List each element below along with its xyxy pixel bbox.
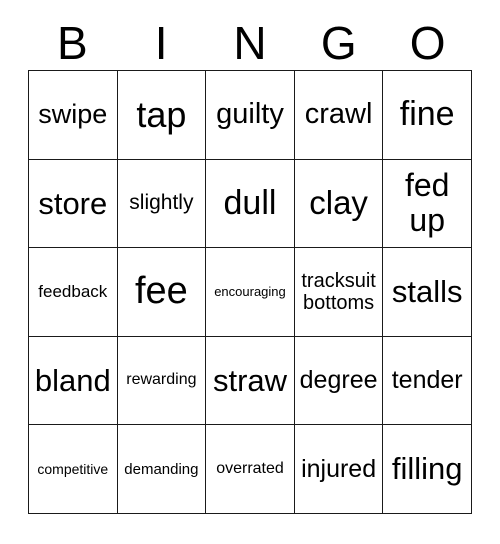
bingo-cell-label: injured — [301, 454, 377, 483]
bingo-cell-label: bland — [34, 362, 111, 398]
bingo-header-letter-o: O — [409, 17, 446, 69]
bingo-cell-label: stalls — [391, 274, 463, 310]
bingo-cell[interactable]: tracksuit bottoms — [294, 248, 384, 337]
bingo-cell-label: demanding — [124, 460, 199, 478]
bingo-cell[interactable]: fine — [383, 71, 472, 160]
bingo-header-letter-g: G — [320, 17, 357, 69]
bingo-cell[interactable]: competitive — [29, 425, 118, 514]
bingo-cell-label: tap — [136, 94, 187, 136]
bingo-cell-label: guilty — [216, 98, 284, 131]
bingo-cell[interactable]: guilty — [206, 71, 295, 160]
bingo-cell-label: filling — [391, 451, 463, 487]
bingo-cell-label: fine — [399, 95, 455, 134]
bingo-cell[interactable]: clay — [294, 159, 384, 249]
bingo-cell[interactable]: fed up — [383, 159, 472, 249]
bingo-cell[interactable]: straw — [206, 336, 295, 426]
bingo-cell-label: swipe — [38, 99, 108, 130]
bingo-cell[interactable]: injured — [294, 425, 384, 514]
bingo-cell-label: rewarding — [126, 371, 197, 389]
bingo-cell[interactable]: rewarding — [117, 336, 207, 426]
bingo-cell[interactable]: fee — [117, 248, 207, 337]
bingo-cell[interactable]: filling — [383, 425, 472, 514]
bingo-cell[interactable]: overrated — [206, 425, 295, 514]
bingo-cell-label: fed up — [404, 167, 450, 239]
bingo-cell[interactable]: tap — [117, 71, 207, 160]
bingo-cell-label: clay — [309, 184, 368, 222]
bingo-grid: swipe tap guilty crawl fine store slight… — [28, 70, 472, 514]
bingo-cell[interactable]: tender — [383, 336, 472, 426]
bingo-cell-label: degree — [299, 366, 378, 395]
bingo-cell[interactable]: store — [29, 159, 118, 249]
bingo-cell[interactable]: encouraging — [206, 248, 295, 337]
bingo-card: B I N G O swipe tap guilty crawl fine st… — [0, 0, 500, 544]
bingo-cell-label: tracksuit bottoms — [301, 269, 376, 314]
bingo-cell-label: slightly — [129, 191, 194, 215]
bingo-cell-label: store — [38, 185, 108, 221]
bingo-cell[interactable]: feedback — [29, 248, 118, 337]
bingo-cell-label: competitive — [37, 461, 109, 478]
bingo-cell-label: tender — [391, 366, 463, 395]
bingo-cell[interactable]: crawl — [294, 71, 384, 160]
bingo-cell[interactable]: stalls — [383, 248, 472, 337]
bingo-cell[interactable]: demanding — [117, 425, 207, 514]
bingo-cell[interactable]: dull — [206, 159, 295, 249]
bingo-cell[interactable]: swipe — [29, 71, 118, 160]
bingo-header-row: B I N G O — [28, 16, 472, 70]
bingo-header-letter-b: B — [57, 17, 88, 69]
bingo-cell[interactable]: slightly — [117, 159, 207, 249]
bingo-header-letter-n: N — [233, 17, 267, 69]
bingo-cell-label: overrated — [216, 459, 284, 477]
bingo-cell[interactable]: bland — [29, 336, 118, 426]
bingo-cell-label: dull — [223, 183, 277, 222]
bingo-cell-label: straw — [212, 362, 288, 398]
bingo-cell-label: fee — [134, 270, 188, 313]
bingo-cell-label: encouraging — [214, 283, 286, 299]
bingo-header-letter-i: I — [154, 17, 168, 69]
bingo-cell-label: feedback — [38, 282, 108, 302]
bingo-cell-label: crawl — [304, 98, 373, 131]
bingo-cell[interactable]: degree — [294, 336, 384, 426]
